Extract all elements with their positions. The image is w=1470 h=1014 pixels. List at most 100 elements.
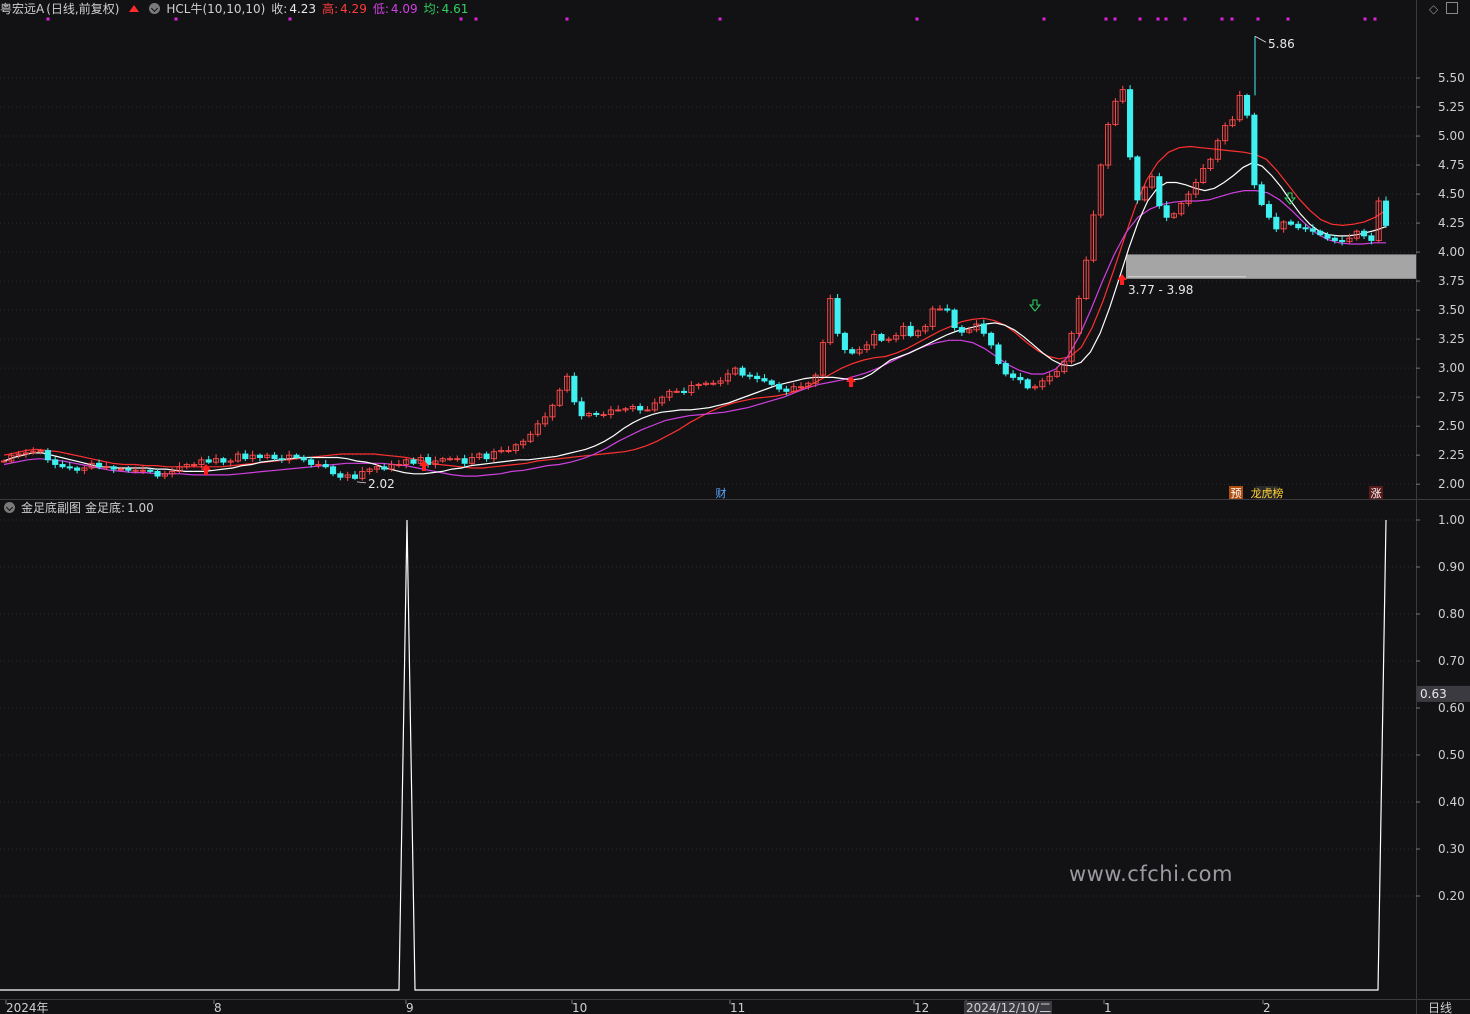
down-candle [220, 458, 227, 463]
down-candle [578, 401, 585, 417]
down-candle [1317, 230, 1324, 236]
signal-dot [1373, 17, 1377, 21]
x-tick-label: 1 [1104, 1001, 1112, 1014]
down-candle [1287, 221, 1294, 225]
signal-dot [1164, 17, 1168, 21]
down-candle [1331, 237, 1338, 241]
down-candle [271, 454, 278, 460]
down-candle [593, 412, 600, 416]
signal-dot [915, 17, 919, 21]
down-candle [1324, 234, 1331, 239]
x-tick-label: 2024年 [6, 1001, 49, 1014]
sub-tick-label: 0.40 [1438, 795, 1465, 809]
down-candle [278, 458, 285, 461]
signal-dot [1104, 17, 1108, 21]
signal-dot [1256, 17, 1260, 21]
support-zone [1126, 254, 1416, 279]
x-tick-label: 8 [214, 1001, 222, 1014]
down-candle [944, 308, 951, 311]
down-candle [1024, 379, 1031, 389]
x-tick-label: 11 [730, 1001, 745, 1014]
down-candle [110, 466, 117, 470]
down-candle [483, 453, 490, 460]
signal-dot [1138, 17, 1142, 21]
price-tick-label: 2.75 [1438, 390, 1465, 404]
period-label: 日线 [1428, 1001, 1452, 1014]
down-candle [980, 323, 987, 334]
down-candle [1156, 176, 1163, 207]
down-candle [242, 453, 249, 460]
signal-dot [459, 17, 463, 21]
price-tick-label: 2.00 [1438, 477, 1465, 491]
down-candle [841, 332, 848, 351]
down-candle [1017, 376, 1024, 381]
signal-dot [1230, 17, 1234, 21]
down-candle [125, 468, 132, 471]
event-marker-label: 龙虎榜 [1251, 486, 1284, 500]
price-tick-label: 4.75 [1438, 158, 1465, 172]
low-pointer [356, 481, 367, 484]
down-candle [1382, 200, 1390, 226]
down-candle [739, 367, 746, 376]
price-tick-label: 3.00 [1438, 361, 1465, 375]
signal-dot [474, 17, 478, 21]
zone-label: 3.77 - 3.98 [1128, 283, 1193, 297]
signal-dot [1156, 17, 1160, 21]
down-candle [571, 375, 578, 403]
down-candle [637, 405, 644, 411]
down-candle [381, 466, 388, 470]
signal-dot [1183, 17, 1187, 21]
price-tick-label: 3.75 [1438, 274, 1465, 288]
down-candle [878, 334, 885, 341]
down-candle [74, 467, 81, 471]
ma-long-line [3, 190, 1386, 477]
down-candle [329, 466, 337, 475]
down-candle [988, 332, 995, 346]
down-candle [1273, 216, 1280, 230]
event-marker-label: 预 [1231, 487, 1242, 500]
cursor-value-label: 0.63 [1420, 687, 1447, 701]
sub-tick-label: 0.90 [1438, 560, 1465, 574]
ma-mid-line [3, 145, 1387, 469]
buy-arrow-icon [1117, 274, 1127, 285]
down-candle [1244, 94, 1251, 116]
down-candle [761, 378, 768, 382]
down-candle [1134, 156, 1141, 201]
watermark: www.cfchi.com [1069, 862, 1233, 886]
down-candle [205, 459, 212, 463]
event-marker-label: 财 [716, 486, 727, 500]
x-tick-label: 12 [914, 1001, 929, 1014]
price-tick-label: 5.25 [1438, 100, 1465, 114]
down-candle [1258, 184, 1265, 205]
price-tick-label: 3.25 [1438, 332, 1465, 346]
price-tick-label: 5.50 [1438, 71, 1465, 85]
event-marker-label: 涨 [1371, 487, 1382, 500]
x-tick-label: 2024/12/10/二 [966, 1001, 1051, 1014]
down-candle [995, 344, 1002, 364]
signal-dot [1113, 17, 1117, 21]
sub-tick-label: 0.70 [1438, 654, 1465, 668]
signal-dot [1363, 17, 1367, 21]
down-candle [300, 457, 307, 461]
down-candle [1302, 227, 1309, 230]
down-candle [322, 464, 329, 468]
sub-tick-label: 1.00 [1438, 513, 1465, 527]
down-candle [849, 349, 856, 354]
down-candle [1010, 373, 1017, 378]
high-price-label: 5.86 [1268, 37, 1295, 51]
down-candle [308, 459, 315, 465]
down-candle [680, 390, 688, 393]
low-price-label: 2.02 [368, 477, 395, 491]
sub-tick-label: 0.50 [1438, 748, 1465, 762]
down-candle [1002, 363, 1009, 375]
down-candle [776, 383, 783, 390]
signal-dot [288, 17, 292, 21]
down-candle [783, 388, 790, 392]
sub-tick-label: 0.60 [1438, 701, 1465, 715]
x-tick-label: 10 [572, 1001, 587, 1014]
down-candle [958, 327, 965, 333]
signal-dot [46, 17, 50, 21]
main-price-chart[interactable]: 3.77 - 3.98 5.86 2.02 财 预龙虎榜 涨 2.00 2.25 2.50 2… [0, 0, 1470, 1014]
down-candle [1163, 205, 1170, 218]
signal-dot [1286, 17, 1290, 21]
